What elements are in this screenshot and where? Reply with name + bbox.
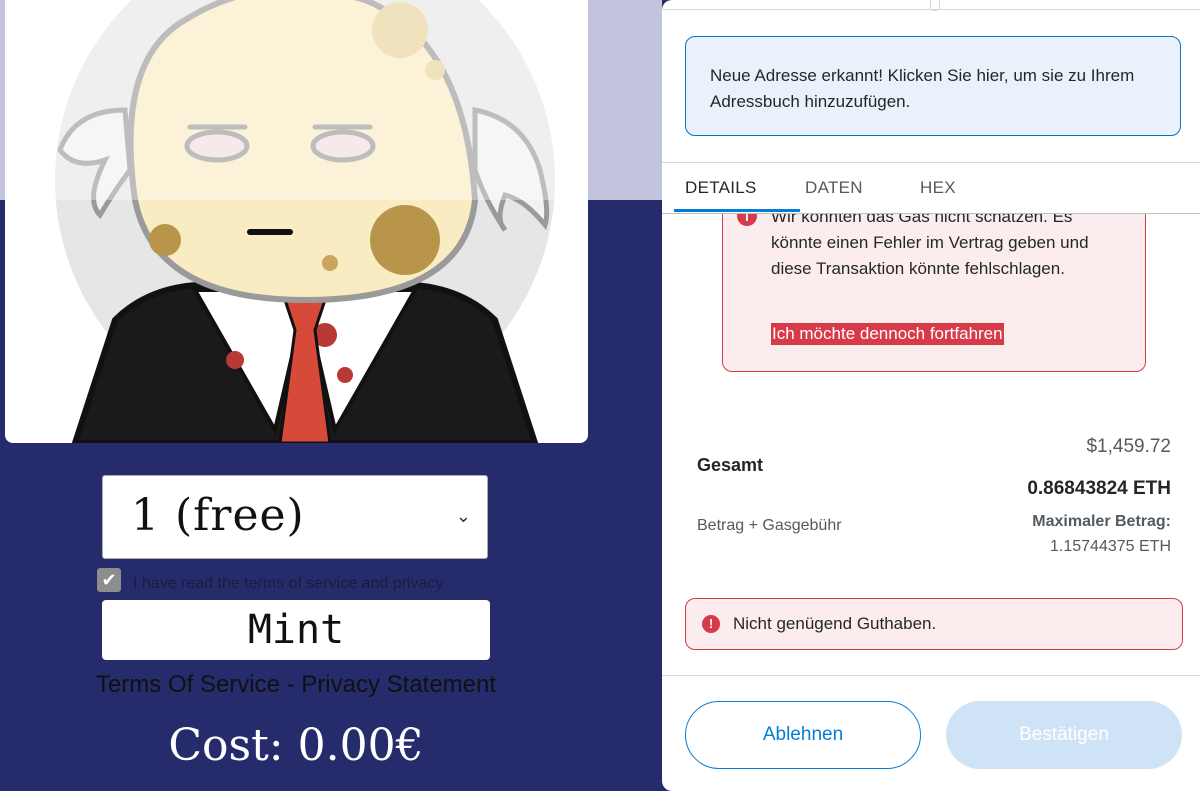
chevron-down-icon: ⌄: [455, 506, 471, 526]
checkmark-icon: ✔: [101, 570, 117, 590]
alert-circle-icon: !: [702, 615, 720, 633]
terms-checkbox[interactable]: ✔: [97, 568, 121, 592]
confirm-button[interactable]: Bestätigen: [946, 701, 1182, 769]
tab-hex[interactable]: HEX: [920, 178, 956, 198]
quantity-select[interactable]: 1 (free) ⌄: [102, 475, 488, 559]
terms-checkbox-label: I have read the terms of service and pri…: [133, 575, 444, 592]
total-fiat-amount: $1,459.72: [1086, 436, 1171, 457]
total-label: Gesamt: [697, 455, 764, 475]
proceed-anyway-link[interactable]: Ich möchte dennoch fortfahren: [771, 323, 1004, 345]
nft-artwork: [5, 0, 588, 443]
max-amount-label: Maximaler Betrag:: [1032, 513, 1171, 530]
amount-plus-gas-label: Betrag + Gasgebühr: [697, 517, 842, 534]
insufficient-funds-error: ! Nicht genügend Guthaben.: [685, 598, 1183, 650]
mint-page: 1 (free) ⌄ ✔ I have read the terms of se…: [0, 0, 662, 791]
tab-data[interactable]: DATEN: [805, 178, 863, 198]
tab-bar-bottom-divider: [662, 213, 1200, 214]
tab-details[interactable]: DETAILS: [685, 178, 757, 198]
terms-agreement: ✔ I have read the terms of service and p…: [97, 568, 517, 594]
active-tab-indicator: [674, 209, 800, 212]
new-address-notice[interactable]: Neue Adresse erkannt! Klicken Sie hier, …: [685, 36, 1181, 136]
tab-bar-top-divider: [662, 162, 1200, 163]
footer-divider: [662, 675, 1200, 676]
terms-privacy-links[interactable]: Terms Of Service - Privacy Statement: [0, 671, 592, 699]
mint-cost: Cost: 0.00€: [168, 720, 424, 771]
gas-estimate-error: i Wir konnten das Gas nicht schätzen. Es…: [722, 200, 1146, 372]
header-notch: [930, 0, 940, 11]
max-amount-value: 1.15744375 ETH: [1050, 538, 1171, 555]
quantity-selected-value: 1 (free): [131, 490, 305, 541]
gas-error-message: Wir konnten das Gas nicht schätzen. Es k…: [771, 207, 1089, 278]
insufficient-funds-message: Nicht genügend Guthaben.: [733, 614, 937, 633]
mint-button[interactable]: Mint: [102, 600, 490, 660]
reject-button[interactable]: Ablehnen: [685, 701, 921, 769]
wallet-confirmation-panel: Neue Adresse erkannt! Klicken Sie hier, …: [662, 0, 1200, 791]
total-eth-amount: 0.86843824 ETH: [1027, 478, 1171, 499]
